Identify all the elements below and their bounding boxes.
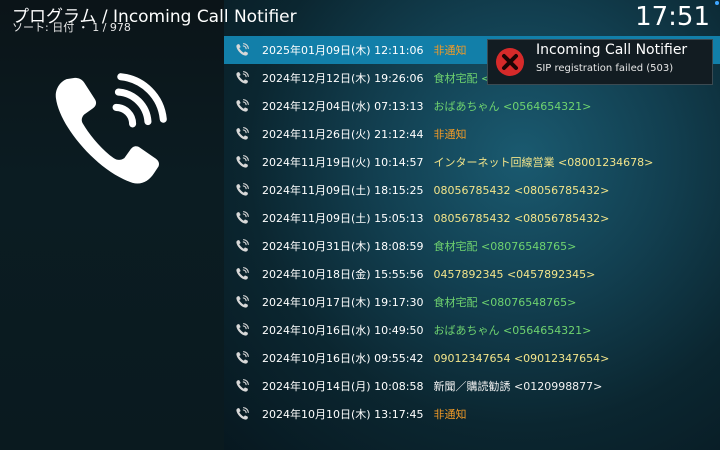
phone-ringing-icon [55,73,167,184]
call-date: 2024年12月04日(水) 07:13:13 [262,100,424,113]
call-date: 2024年10月18日(金) 15:55:56 [262,268,424,281]
error-icon [496,48,524,76]
toast-title: Incoming Call Notifier [536,42,688,58]
call-date: 2024年11月09日(土) 18:15:25 [262,184,424,197]
call-row[interactable]: 2024年10月16日(水) 10:49:50 おばあちゃん <056465432… [224,316,720,344]
phone-icon [235,127,249,141]
caller-name: おばあちゃん <0564654321> [433,100,592,113]
indicator-dot [715,1,719,5]
phone-icon [235,267,249,281]
caller-name: 非通知 [433,44,467,57]
phone-icon [235,99,249,113]
caller-name: 09012347654 <09012347654> [433,351,610,365]
call-date: 2024年10月17日(木) 19:17:30 [262,296,424,309]
call-row[interactable]: 2024年10月18日(金) 15:55:56 0457892345 <04578… [224,260,720,288]
phone-icon [235,155,249,169]
phone-icon [235,407,249,421]
phone-icon [235,71,249,85]
call-row[interactable]: 2024年10月17日(木) 19:17:30 食材宅配 <08076548765… [224,288,720,316]
caller-name: おばあちゃん <0564654321> [433,324,592,337]
caller-name: 新聞／購読勧誘 <0120998877> [433,380,603,393]
call-date: 2024年11月19日(火) 10:14:57 [262,156,424,169]
phone-icon [235,183,249,197]
caller-name: 非通知 [433,128,467,141]
phone-icon [235,295,249,309]
call-date: 2024年11月09日(土) 15:05:13 [262,212,424,225]
caller-name: 食材宅配 <08076548765> [433,296,577,309]
call-row[interactable]: 2024年10月16日(水) 09:55:42 09012347654 <0901… [224,344,720,372]
call-list: 2025年01月09日(木) 12:11:06 非通知 2024年12月12日(木)… [224,36,720,428]
call-row[interactable]: 2024年10月10日(木) 13:17:45 非通知 [224,400,720,428]
caller-name: 08056785432 <08056785432> [433,211,610,225]
call-date: 2024年10月31日(木) 18:08:59 [262,240,424,253]
notification-toast: Incoming Call Notifier SIP registration … [487,39,713,85]
clock: 17:51 [635,2,710,32]
call-row[interactable]: 2024年10月14日(月) 10:08:58 新聞／購読勧誘 <01209988… [224,372,720,400]
call-date: 2024年10月16日(水) 10:49:50 [262,324,424,337]
toast-message: SIP registration failed (503) [536,63,674,74]
phone-icon [235,351,249,365]
call-date: 2024年10月10日(木) 13:17:45 [262,408,424,421]
call-row[interactable]: 2024年11月09日(土) 18:15:25 08056785432 <0805… [224,176,720,204]
call-row[interactable]: 2024年11月19日(火) 10:14:57 インターネット回線営業 <0800… [224,148,720,176]
call-date: 2024年10月14日(月) 10:08:58 [262,380,424,393]
call-date: 2024年11月26日(火) 21:12:44 [262,128,424,141]
call-date: 2024年12月12日(木) 19:26:06 [262,72,424,85]
phone-icon [235,379,249,393]
left-panel [0,0,224,450]
phone-icon [235,211,249,225]
phone-icon [235,323,249,337]
call-row[interactable]: 2024年11月09日(土) 15:05:13 08056785432 <0805… [224,204,720,232]
caller-name: 08056785432 <08056785432> [433,183,610,197]
call-row[interactable]: 2024年10月31日(木) 18:08:59 食材宅配 <08076548765… [224,232,720,260]
phone-icon [235,239,249,253]
phone-icon [235,43,249,57]
call-date: 2025年01月09日(木) 12:11:06 [262,44,424,57]
caller-name: 食材宅配 <08076548765> [433,240,577,253]
call-row[interactable]: 2024年11月26日(火) 21:12:44 非通知 [224,120,720,148]
caller-name: 非通知 [433,408,467,421]
call-row[interactable]: 2024年12月04日(水) 07:13:13 おばあちゃん <056465432… [224,92,720,120]
call-date: 2024年10月16日(水) 09:55:42 [262,352,424,365]
caller-name: 0457892345 <0457892345> [433,267,596,281]
sort-info[interactable]: ソート: 日付 ・ 1 / 978 [12,19,131,35]
caller-name: インターネット回線営業 <08001234678> [433,156,654,169]
